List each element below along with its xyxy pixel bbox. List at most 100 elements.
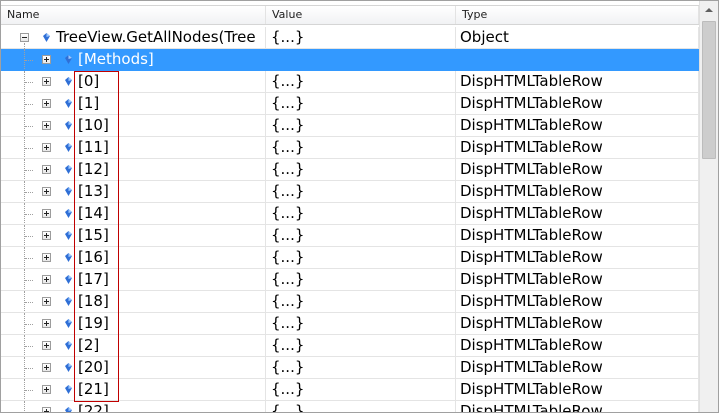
vertical-scrollbar[interactable] bbox=[699, 1, 718, 412]
tree-row[interactable]: [12] {...} DispHTMLTableRow bbox=[1, 159, 699, 181]
name-text: [15] bbox=[78, 226, 109, 244]
name-text: [11] bbox=[78, 138, 109, 156]
type-cell: DispHTMLTableRow bbox=[456, 225, 699, 247]
name-cell[interactable]: [21] bbox=[1, 379, 266, 401]
collapse-minus-icon[interactable] bbox=[20, 33, 29, 42]
value-cell[interactable]: {...} bbox=[266, 93, 456, 115]
tree-row[interactable]: [16] {...} DispHTMLTableRow bbox=[1, 247, 699, 269]
value-cell[interactable]: {...} bbox=[266, 357, 456, 379]
name-cell[interactable]: [11] bbox=[1, 137, 266, 159]
tree-row[interactable]: [19] {...} DispHTMLTableRow bbox=[1, 313, 699, 335]
name-cell[interactable]: [22] bbox=[1, 401, 266, 412]
tree-guide-line bbox=[25, 324, 33, 325]
tree-row[interactable]: [21] {...} DispHTMLTableRow bbox=[1, 379, 699, 401]
column-header-value[interactable]: Value bbox=[266, 6, 456, 24]
value-cell[interactable]: {...} bbox=[266, 137, 456, 159]
name-cell[interactable]: [0] bbox=[1, 71, 266, 93]
value-cell[interactable]: {...} bbox=[266, 159, 456, 181]
value-cell[interactable]: {...} bbox=[266, 71, 456, 93]
expand-plus-icon[interactable] bbox=[42, 231, 51, 240]
value-cell[interactable]: {...} bbox=[266, 181, 456, 203]
expand-plus-icon[interactable] bbox=[42, 121, 51, 130]
tree-row[interactable]: [13] {...} DispHTMLTableRow bbox=[1, 181, 699, 203]
name-cell[interactable]: [1] bbox=[1, 93, 266, 115]
expand-plus-icon[interactable] bbox=[42, 165, 51, 174]
value-cell[interactable]: {...} bbox=[266, 27, 456, 49]
name-cell[interactable]: [16] bbox=[1, 247, 266, 269]
expand-plus-icon[interactable] bbox=[42, 319, 51, 328]
expand-plus-icon[interactable] bbox=[42, 363, 51, 372]
name-cell[interactable]: TreeView.GetAllNodes(Tree bbox=[1, 27, 266, 49]
name-cell[interactable]: [18] bbox=[1, 291, 266, 313]
value-cell[interactable]: {...} bbox=[266, 269, 456, 291]
tree-row[interactable]: [11] {...} DispHTMLTableRow bbox=[1, 137, 699, 159]
property-gem-icon bbox=[65, 341, 72, 350]
tree-row[interactable]: [10] {...} DispHTMLTableRow bbox=[1, 115, 699, 137]
property-gem-icon bbox=[65, 275, 72, 284]
expand-plus-icon[interactable] bbox=[42, 187, 51, 196]
name-cell[interactable]: [10] bbox=[1, 115, 266, 137]
watch-grid: TreeView.GetAllNodes(Tree {...} Object [Met… bbox=[1, 27, 699, 412]
tree-row[interactable]: [14] {...} DispHTMLTableRow bbox=[1, 203, 699, 225]
expand-plus-icon[interactable] bbox=[42, 385, 51, 394]
name-cell[interactable]: [17] bbox=[1, 269, 266, 291]
value-cell[interactable]: {...} bbox=[266, 247, 456, 269]
expand-plus-icon[interactable] bbox=[42, 143, 51, 152]
value-cell[interactable] bbox=[266, 49, 456, 71]
expand-plus-icon[interactable] bbox=[42, 297, 51, 306]
expand-plus-icon[interactable] bbox=[42, 209, 51, 218]
expand-plus-icon[interactable] bbox=[42, 253, 51, 262]
property-gem-icon bbox=[65, 385, 72, 394]
value-cell[interactable]: {...} bbox=[266, 313, 456, 335]
property-gem-icon bbox=[65, 55, 72, 64]
name-text: [0] bbox=[78, 72, 100, 90]
name-cell[interactable]: [19] bbox=[1, 313, 266, 335]
value-cell[interactable]: {...} bbox=[266, 335, 456, 357]
tree-row[interactable]: [17] {...} DispHTMLTableRow bbox=[1, 269, 699, 291]
tree-row[interactable]: [18] {...} DispHTMLTableRow bbox=[1, 291, 699, 313]
name-cell[interactable]: [14] bbox=[1, 203, 266, 225]
tree-guide-line bbox=[25, 126, 33, 127]
value-cell[interactable]: {...} bbox=[266, 401, 456, 412]
type-cell: Object bbox=[456, 27, 699, 49]
scroll-up-icon[interactable] bbox=[701, 2, 717, 19]
tree-guide-line bbox=[25, 82, 33, 83]
tree-row[interactable]: [1] {...} DispHTMLTableRow bbox=[1, 93, 699, 115]
name-text: [21] bbox=[78, 380, 109, 398]
property-gem-icon bbox=[65, 99, 72, 108]
value-cell[interactable]: {...} bbox=[266, 291, 456, 313]
tree-row[interactable]: [22] {...} DispHTMLTableRow bbox=[1, 401, 699, 412]
name-cell[interactable]: [Methods] bbox=[1, 49, 266, 71]
tree-row[interactable]: [0] {...} DispHTMLTableRow bbox=[1, 71, 699, 93]
name-cell[interactable]: [12] bbox=[1, 159, 266, 181]
column-header-type[interactable]: Type bbox=[456, 6, 699, 24]
name-cell[interactable]: [2] bbox=[1, 335, 266, 357]
name-cell[interactable]: [15] bbox=[1, 225, 266, 247]
type-cell: DispHTMLTableRow bbox=[456, 247, 699, 269]
tree-row[interactable]: [2] {...} DispHTMLTableRow bbox=[1, 335, 699, 357]
name-cell[interactable]: [13] bbox=[1, 181, 266, 203]
expand-plus-icon[interactable] bbox=[42, 275, 51, 284]
scrollbar-thumb[interactable] bbox=[702, 21, 716, 159]
name-text: [12] bbox=[78, 160, 109, 178]
value-cell[interactable]: {...} bbox=[266, 203, 456, 225]
tree-row[interactable]: [Methods] bbox=[1, 49, 699, 71]
tree-root-row[interactable]: TreeView.GetAllNodes(Tree {...} Object bbox=[1, 27, 699, 49]
expand-plus-icon[interactable] bbox=[42, 55, 51, 64]
type-cell: DispHTMLTableRow bbox=[456, 357, 699, 379]
value-cell[interactable]: {...} bbox=[266, 225, 456, 247]
name-text: [14] bbox=[78, 204, 109, 222]
expand-plus-icon[interactable] bbox=[42, 407, 51, 412]
name-text: [Methods] bbox=[78, 50, 154, 68]
tree-row[interactable]: [15] {...} DispHTMLTableRow bbox=[1, 225, 699, 247]
name-cell[interactable]: [20] bbox=[1, 357, 266, 379]
column-header-name[interactable]: Name bbox=[1, 6, 266, 24]
value-cell[interactable]: {...} bbox=[266, 115, 456, 137]
expand-plus-icon[interactable] bbox=[42, 341, 51, 350]
tree-row[interactable]: [20] {...} DispHTMLTableRow bbox=[1, 357, 699, 379]
tree-guide-line bbox=[25, 302, 33, 303]
expand-plus-icon[interactable] bbox=[42, 99, 51, 108]
value-cell[interactable]: {...} bbox=[266, 379, 456, 401]
expand-plus-icon[interactable] bbox=[42, 77, 51, 86]
name-text: TreeView.GetAllNodes(Tree bbox=[56, 28, 256, 46]
